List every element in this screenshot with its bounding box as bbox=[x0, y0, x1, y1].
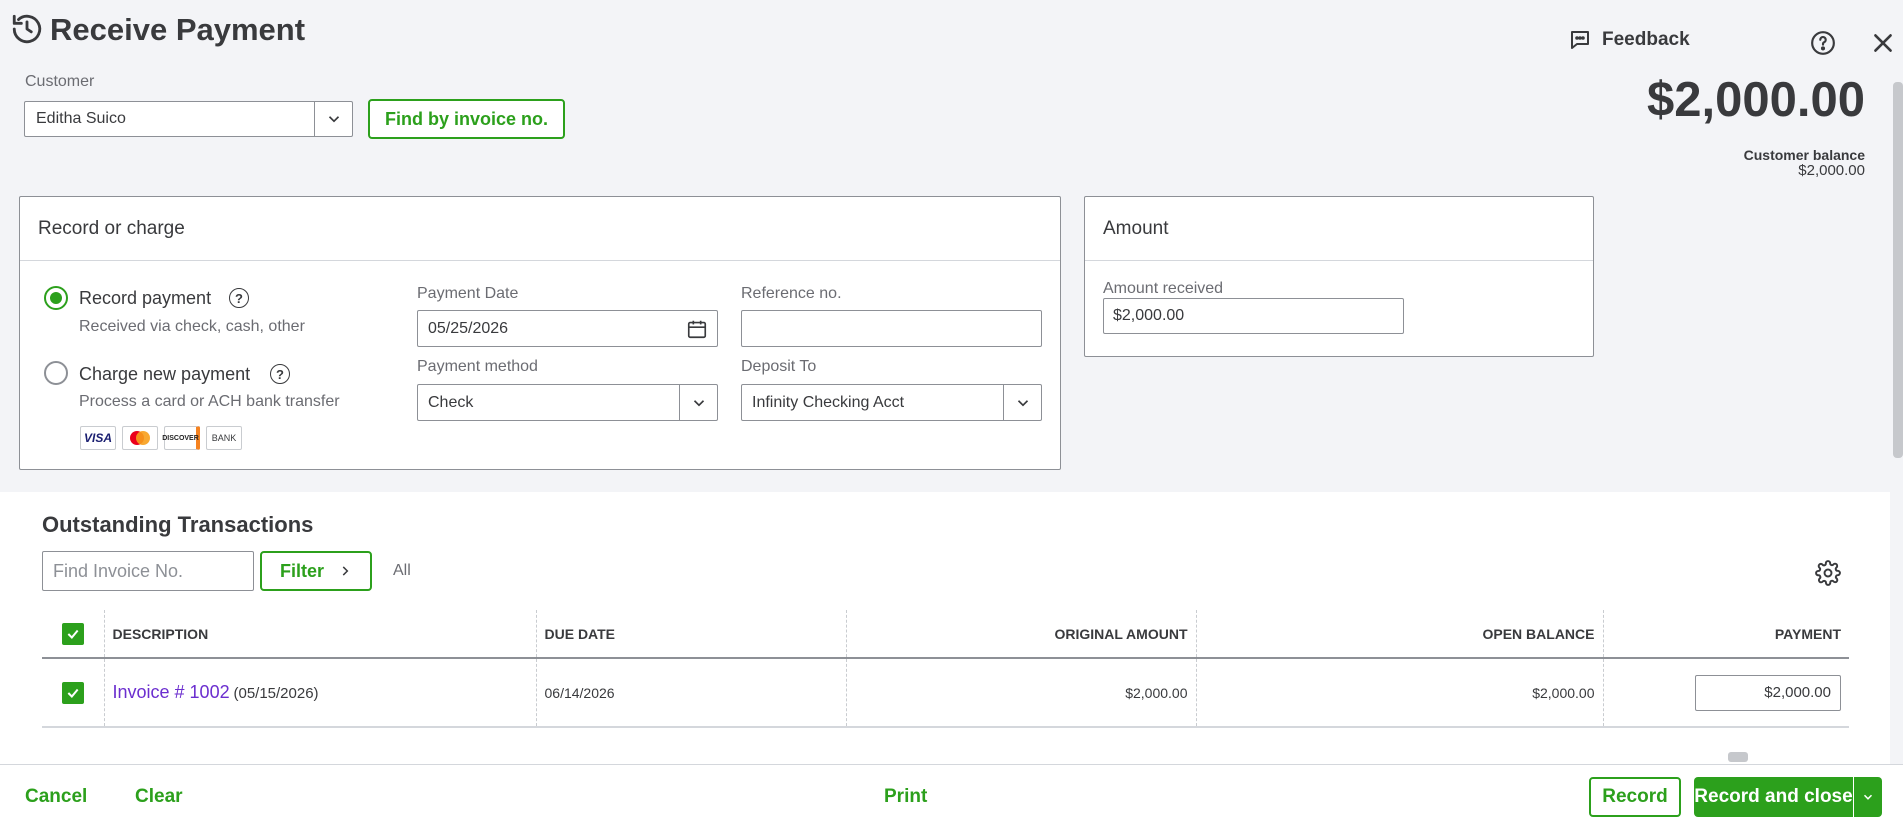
record-payment-radio[interactable] bbox=[44, 286, 68, 310]
chevron-down-icon bbox=[1863, 794, 1873, 800]
calendar-icon[interactable] bbox=[686, 318, 708, 340]
chevron-down-icon[interactable] bbox=[1003, 385, 1041, 420]
deposit-to-value: Infinity Checking Acct bbox=[752, 393, 905, 411]
row-due-date: 06/14/2026 bbox=[535, 658, 846, 728]
discover-icon: DISCOVER bbox=[162, 426, 200, 450]
amount-received-value: $2,000.00 bbox=[1113, 307, 1185, 324]
table-header-row: DESCRIPTION DUE DATE ORIGINAL AMOUNT OPE… bbox=[42, 610, 1849, 659]
payment-amount-input[interactable]: $2,000.00 bbox=[1695, 674, 1841, 711]
charge-new-payment-label[interactable]: Charge new payment bbox=[79, 364, 250, 385]
card-badges: VISA DISCOVER BANK bbox=[80, 426, 242, 450]
mastercard-icon bbox=[122, 426, 158, 450]
row-open-balance: $2,000.00 bbox=[1195, 658, 1603, 728]
visa-icon: VISA bbox=[80, 426, 116, 450]
payment-method-value: Check bbox=[428, 393, 474, 411]
record-payment-sub: Received via check, cash, other bbox=[79, 318, 305, 335]
amount-received-input[interactable]: $2,000.00 bbox=[1103, 298, 1404, 334]
col-open-balance[interactable]: OPEN BALANCE bbox=[1195, 610, 1603, 659]
select-all-cell[interactable] bbox=[42, 610, 104, 659]
scrollbar-thumb[interactable] bbox=[1728, 752, 1748, 762]
chevron-down-icon[interactable] bbox=[679, 385, 717, 420]
transactions-table: DESCRIPTION DUE DATE ORIGINAL AMOUNT OPE… bbox=[42, 610, 1849, 728]
col-original-amount[interactable]: ORIGINAL AMOUNT bbox=[845, 610, 1196, 659]
outstanding-transactions-title: Outstanding Transactions bbox=[42, 512, 314, 537]
find-by-invoice-button[interactable]: Find by invoice no. bbox=[368, 99, 565, 139]
record-and-close-button[interactable]: Record and close bbox=[1694, 777, 1853, 817]
total-amount: $2,000.00 bbox=[1647, 73, 1865, 127]
find-invoice-input[interactable]: Find Invoice No. bbox=[42, 551, 254, 591]
reference-label: Reference no. bbox=[741, 285, 842, 302]
print-button[interactable]: Print bbox=[884, 786, 927, 808]
page-title: Receive Payment bbox=[50, 12, 306, 47]
row-checkbox[interactable] bbox=[61, 681, 84, 704]
invoice-date: (05/15/2026) bbox=[233, 685, 319, 702]
col-description[interactable]: DESCRIPTION bbox=[103, 610, 536, 659]
bank-icon: BANK bbox=[206, 426, 242, 450]
table-row: Invoice # 1002 (05/15/2026) 06/14/2026 $… bbox=[42, 658, 1849, 728]
reference-input[interactable] bbox=[741, 310, 1042, 347]
payment-date-label: Payment Date bbox=[417, 285, 519, 302]
chevron-down-icon[interactable] bbox=[314, 102, 352, 136]
gear-icon[interactable] bbox=[1815, 560, 1841, 586]
payment-date-value: 05/25/2026 bbox=[428, 319, 509, 337]
feedback-label: Feedback bbox=[1602, 29, 1690, 50]
col-due-date[interactable]: DUE DATE bbox=[535, 610, 846, 659]
payment-date-input[interactable]: 05/25/2026 bbox=[417, 310, 718, 347]
vertical-scrollbar[interactable] bbox=[1893, 82, 1903, 458]
filter-label: Filter bbox=[279, 560, 324, 581]
row-description: Invoice # 1002 (05/15/2026) bbox=[103, 658, 536, 728]
record-or-charge-title: Record or charge bbox=[20, 197, 1060, 261]
customer-value: Editha Suico bbox=[36, 110, 126, 127]
charge-new-payment-sub: Process a card or ACH bank transfer bbox=[79, 393, 340, 410]
customer-balance-label: Customer balance bbox=[1743, 147, 1865, 163]
invoice-link[interactable]: Invoice # 1002 bbox=[113, 682, 230, 702]
customer-label: Customer bbox=[25, 73, 95, 90]
record-options-dropdown[interactable] bbox=[1853, 777, 1882, 817]
row-payment-cell: $2,000.00 bbox=[1602, 658, 1849, 728]
payment-method-label: Payment method bbox=[417, 358, 538, 375]
filter-all-label: All bbox=[393, 562, 411, 579]
record-payment-help-icon[interactable]: ? bbox=[229, 288, 249, 308]
col-payment[interactable]: PAYMENT bbox=[1602, 610, 1849, 659]
feedback-button[interactable]: Feedback bbox=[1568, 28, 1690, 52]
amount-card-title: Amount bbox=[1085, 197, 1593, 261]
deposit-to-select[interactable]: Infinity Checking Acct bbox=[741, 384, 1042, 421]
amount-received-label: Amount received bbox=[1103, 280, 1224, 297]
charge-new-payment-help-icon[interactable]: ? bbox=[270, 364, 290, 384]
customer-balance-value: $2,000.00 bbox=[1798, 162, 1865, 179]
filter-button[interactable]: Filter bbox=[260, 551, 372, 591]
customer-select[interactable]: Editha Suico bbox=[24, 101, 353, 137]
history-icon bbox=[12, 14, 42, 44]
row-original-amount: $2,000.00 bbox=[845, 658, 1196, 728]
cancel-button[interactable]: Cancel bbox=[25, 786, 87, 808]
payment-method-select[interactable]: Check bbox=[417, 384, 718, 421]
feedback-icon bbox=[1571, 31, 1589, 49]
row-select-cell[interactable] bbox=[42, 658, 104, 728]
record-payment-label[interactable]: Record payment bbox=[79, 288, 211, 309]
select-all-checkbox[interactable] bbox=[61, 622, 84, 645]
help-icon[interactable] bbox=[1810, 30, 1836, 56]
deposit-to-label: Deposit To bbox=[741, 358, 817, 375]
chevron-right-icon bbox=[342, 566, 349, 576]
charge-new-payment-radio[interactable] bbox=[44, 361, 68, 385]
clear-button[interactable]: Clear bbox=[135, 786, 183, 808]
close-icon[interactable] bbox=[1870, 30, 1896, 56]
record-button[interactable]: Record bbox=[1589, 777, 1681, 817]
